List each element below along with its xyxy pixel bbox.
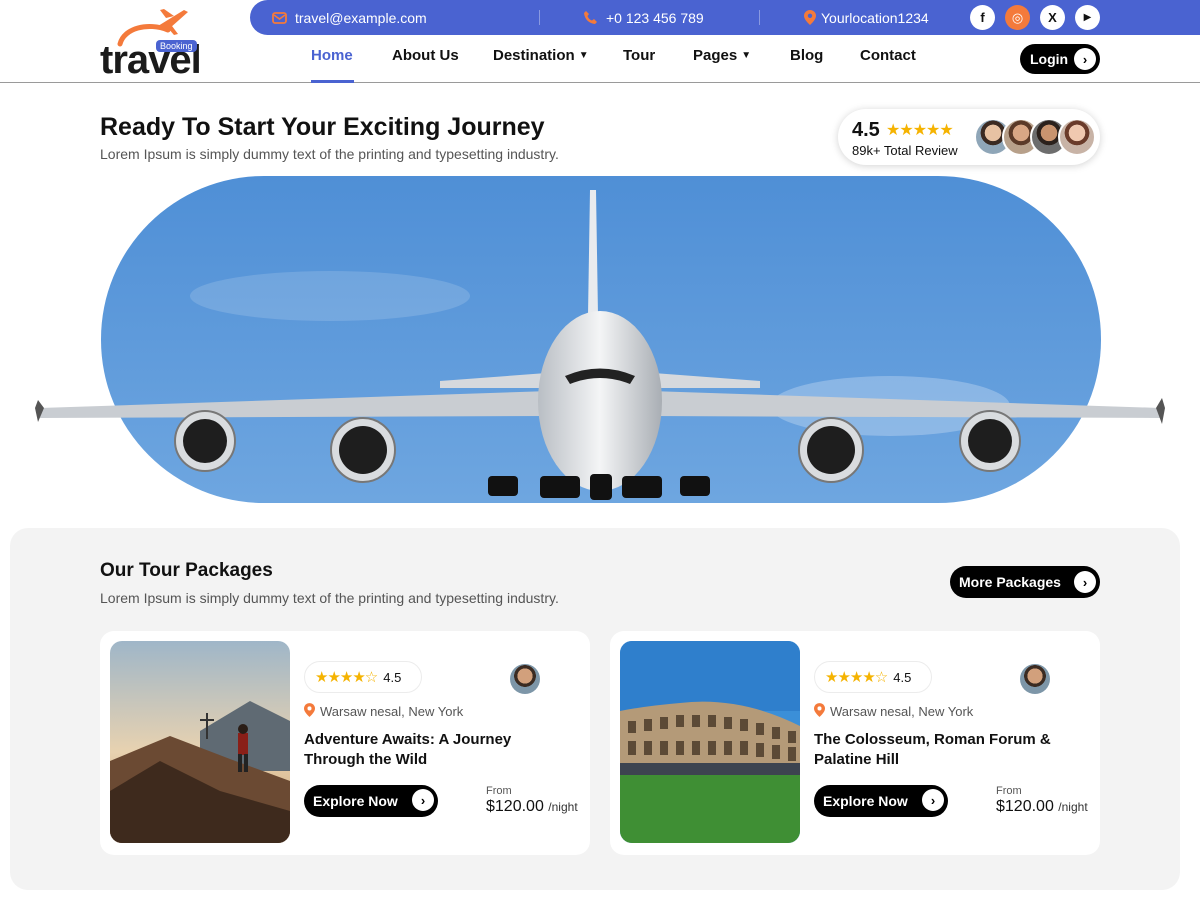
nav-home[interactable]: Home xyxy=(311,47,353,64)
location-text: Warsaw nesal, New York xyxy=(320,704,464,719)
rating-stars-icon: ★★★★☆ xyxy=(825,669,888,686)
active-nav-indicator xyxy=(311,80,354,83)
nav-destination-label: Destination xyxy=(493,47,575,64)
top-info-bar: travel@example.com +0 123 456 789 Yourlo… xyxy=(250,0,1200,35)
hero-airplane-image xyxy=(35,176,1165,503)
nav-about-us[interactable]: About Us xyxy=(392,47,459,64)
price-value: $120.00 xyxy=(486,798,544,815)
avatar xyxy=(1020,664,1050,694)
card-price: $120.00 /night xyxy=(486,798,578,816)
card-price: $120.00 /night xyxy=(996,798,1088,816)
nav-blog[interactable]: Blog xyxy=(790,47,823,64)
location-pin-icon xyxy=(814,703,825,720)
reviewer-avatars xyxy=(974,118,1096,156)
login-label: Login xyxy=(1030,51,1069,67)
mail-icon xyxy=(272,11,287,24)
nav-pages-label: Pages xyxy=(693,47,738,64)
avatar xyxy=(510,664,540,694)
section-title: Our Tour Packages xyxy=(100,560,273,581)
price-from-label: From xyxy=(996,785,1022,797)
explore-label: Explore Now xyxy=(823,793,908,809)
instagram-icon[interactable]: ◎ xyxy=(1005,5,1030,30)
arrow-right-icon: › xyxy=(412,789,434,811)
explore-now-button[interactable]: Explore Now › xyxy=(304,785,438,817)
more-packages-label: More Packages xyxy=(959,574,1061,590)
avatar xyxy=(1058,118,1096,156)
tour-packages-section: Our Tour Packages Lorem Ipsum is simply … xyxy=(10,528,1180,890)
location-pin-icon xyxy=(304,703,315,720)
section-subtitle: Lorem Ipsum is simply dummy text of the … xyxy=(100,590,559,606)
login-button[interactable]: Login › xyxy=(1020,44,1100,74)
tour-package-card[interactable]: ★★★★☆ 4.5 Warsaw nesal, New York Adventu… xyxy=(100,631,590,855)
arrow-right-icon: › xyxy=(1074,571,1096,593)
price-value: $120.00 xyxy=(996,798,1054,815)
email-contact[interactable]: travel@example.com xyxy=(272,0,427,35)
email-text: travel@example.com xyxy=(295,9,427,26)
rating-value: 4.5 xyxy=(893,669,912,685)
price-unit: /night xyxy=(1058,800,1088,814)
x-icon[interactable]: X xyxy=(1040,5,1065,30)
card-title: Adventure Awaits: A Journey Through the … xyxy=(304,731,512,768)
phone-contact[interactable]: +0 123 456 789 xyxy=(583,0,704,35)
nav-contact[interactable]: Contact xyxy=(860,47,916,64)
review-summary-badge: 4.5 ★★★★★ 89k+ Total Review xyxy=(838,109,1100,165)
arrow-right-icon: › xyxy=(1074,48,1096,70)
location-pin-icon xyxy=(804,10,816,25)
chevron-down-icon: ▼ xyxy=(741,50,752,61)
explore-label: Explore Now xyxy=(313,793,398,809)
location-text: Yourlocation1234 xyxy=(821,9,929,26)
nav-destination[interactable]: Destination ▼ xyxy=(493,47,589,64)
price-from-label: From xyxy=(486,785,512,797)
review-score: 4.5 xyxy=(852,119,880,141)
rating-pill: ★★★★☆ 4.5 xyxy=(304,661,422,693)
divider xyxy=(539,10,540,25)
colosseum-image xyxy=(620,641,800,843)
nav-pages[interactable]: Pages ▼ xyxy=(693,47,751,64)
chevron-down-icon: ▼ xyxy=(578,50,589,61)
explore-now-button[interactable]: Explore Now › xyxy=(814,785,948,817)
review-stars-icon: ★★★★★ xyxy=(886,122,954,139)
divider xyxy=(759,10,760,25)
mountain-hiker-image xyxy=(110,641,290,843)
youtube-icon[interactable]: ▶ xyxy=(1075,5,1100,30)
facebook-icon[interactable]: f xyxy=(970,5,995,30)
location-contact[interactable]: Yourlocation1234 xyxy=(804,0,929,35)
more-packages-button[interactable]: More Packages › xyxy=(950,566,1100,598)
arrow-right-icon: › xyxy=(922,789,944,811)
hero-subtitle: Lorem Ipsum is simply dummy text of the … xyxy=(100,146,559,162)
main-navigation: Home About Us Destination ▼ Tour Pages ▼… xyxy=(0,35,1200,83)
phone-icon xyxy=(583,10,598,25)
location-text: Warsaw nesal, New York xyxy=(830,704,974,719)
card-location: Warsaw nesal, New York xyxy=(304,703,463,720)
review-count: 89k+ Total Review xyxy=(852,143,958,158)
price-unit: /night xyxy=(548,800,578,814)
phone-text: +0 123 456 789 xyxy=(606,9,704,26)
rating-value: 4.5 xyxy=(383,669,402,685)
tour-package-card[interactable]: ★★★★☆ 4.5 Warsaw nesal, New York The Col… xyxy=(610,631,1100,855)
hero-title: Ready To Start Your Exciting Journey xyxy=(100,113,545,141)
card-title: The Colosseum, Roman Forum & Palatine Hi… xyxy=(814,731,1051,768)
card-location: Warsaw nesal, New York xyxy=(814,703,973,720)
rating-pill: ★★★★☆ 4.5 xyxy=(814,661,932,693)
nav-tour[interactable]: Tour xyxy=(623,47,655,64)
rating-stars-icon: ★★★★☆ xyxy=(315,669,378,686)
